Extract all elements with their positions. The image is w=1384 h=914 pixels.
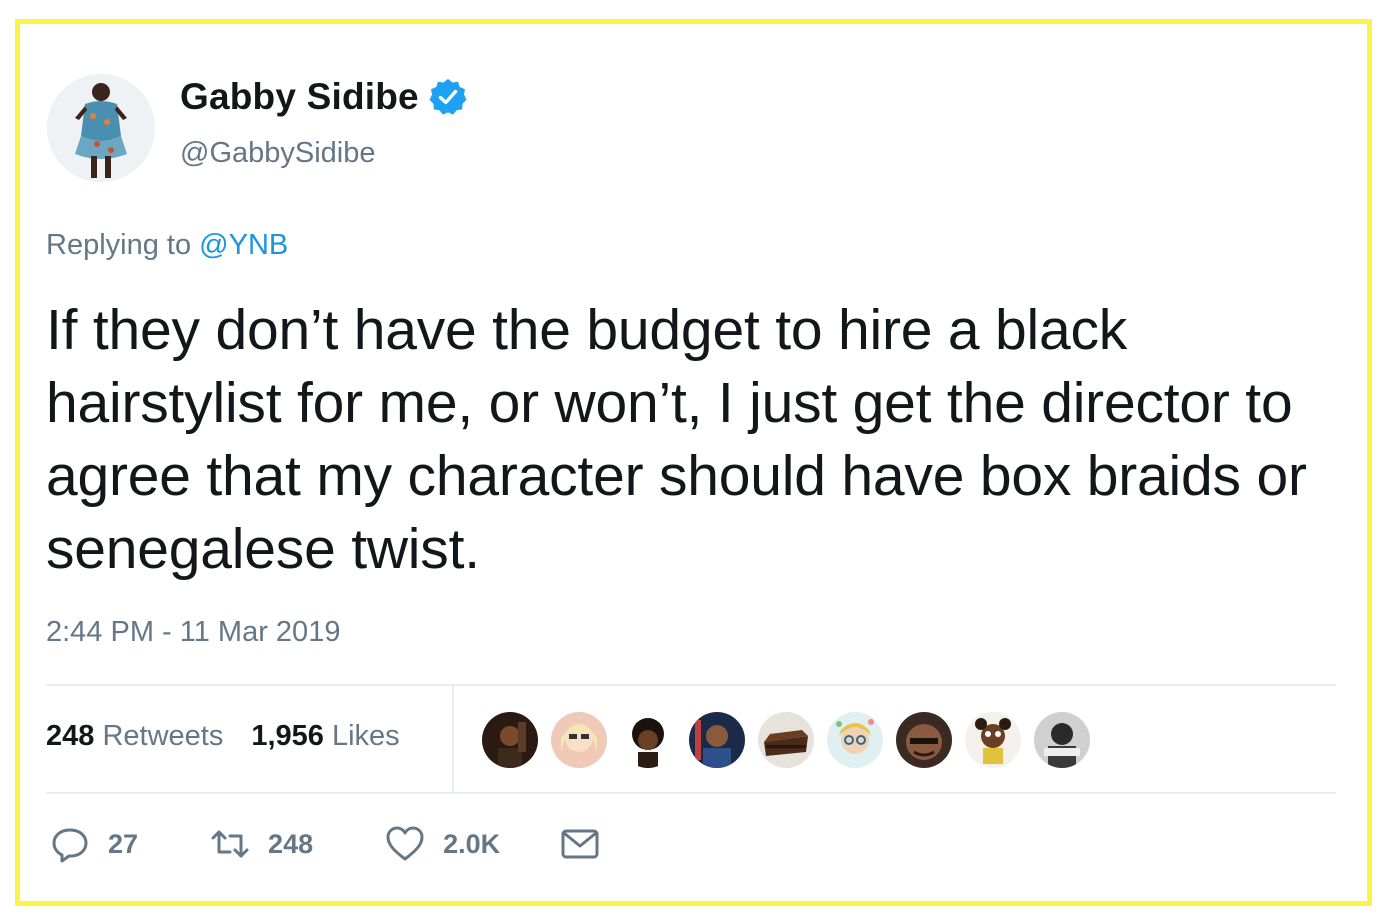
reply-count: 27: [108, 828, 139, 859]
liker-avatar-2[interactable]: [549, 710, 609, 770]
envelope-icon: [561, 829, 599, 859]
replying-to-mention[interactable]: @YNB: [199, 229, 288, 261]
liker-avatar-8[interactable]: [963, 710, 1023, 770]
divider-top: [46, 684, 1336, 686]
engagement-stats: 248 Retweets 1,956 Likes: [46, 720, 400, 753]
action-bar: 27 248 2.0K: [50, 824, 600, 864]
tweet-timestamp[interactable]: 2:44 PM - 11 Mar 2019: [46, 616, 340, 649]
liker-avatar-1[interactable]: [480, 710, 540, 770]
replying-to-line: Replying to @YNB: [46, 229, 288, 262]
reply-button[interactable]: 27: [50, 824, 138, 864]
retweet-icon: [211, 830, 249, 858]
liker-avatar-7[interactable]: [894, 710, 954, 770]
liker-avatar-3[interactable]: [618, 710, 678, 770]
liker-avatar-6[interactable]: [825, 710, 885, 770]
likes-label: Likes: [331, 720, 400, 752]
retweet-button[interactable]: 248: [210, 824, 313, 864]
tweet-text: If they don’t have the budget to hire a …: [46, 298, 1307, 581]
retweets-stat[interactable]: 248 Retweets: [46, 720, 223, 753]
stats-separator: [452, 686, 454, 792]
like-button[interactable]: 2.0K: [385, 824, 500, 864]
tweet-card: Gabby Sidibe @GabbySidibe Replying to @Y…: [15, 19, 1372, 906]
heart-icon: [386, 826, 424, 861]
author-handle[interactable]: @GabbySidibe: [180, 137, 376, 170]
retweet-count: 248: [268, 828, 314, 859]
retweets-count: 248: [46, 720, 95, 752]
likes-stat[interactable]: 1,956 Likes: [251, 720, 399, 753]
replying-to-prefix: Replying to: [46, 229, 192, 261]
liker-avatars: [480, 710, 1101, 770]
liker-avatar-9[interactable]: [1032, 710, 1092, 770]
author-avatar[interactable]: [47, 74, 155, 182]
like-count: 2.0K: [443, 828, 501, 859]
direct-message-button[interactable]: [560, 824, 600, 864]
verified-badge-icon: [429, 78, 467, 116]
divider-bottom: [46, 792, 1336, 794]
author-name[interactable]: Gabby Sidibe: [180, 76, 419, 118]
liker-avatar-4[interactable]: [687, 710, 747, 770]
likes-count: 1,956: [251, 720, 324, 752]
reply-icon: [52, 828, 88, 863]
liker-avatar-5[interactable]: [756, 710, 816, 770]
author-name-row: Gabby Sidibe: [180, 76, 467, 118]
retweets-label: Retweets: [102, 720, 224, 752]
